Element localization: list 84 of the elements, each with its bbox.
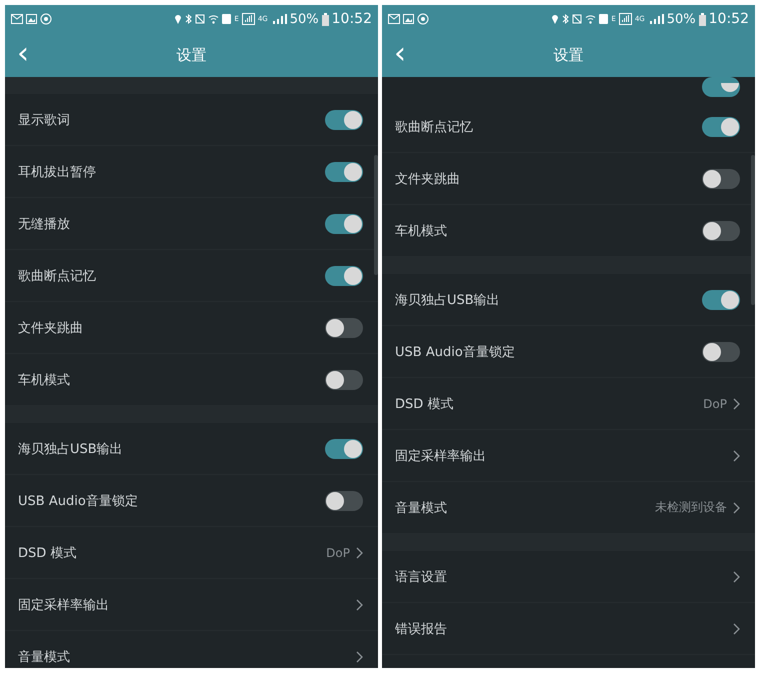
toggle-switch[interactable]: [702, 168, 740, 188]
setting-label: 错误报告: [395, 620, 447, 638]
wifi-icon: [208, 14, 220, 24]
signal-icon: [270, 13, 287, 25]
settings-row[interactable]: 海贝独占USB输出: [5, 423, 378, 475]
settings-row[interactable]: 歌曲断点记忆: [382, 101, 755, 153]
toggle-switch[interactable]: [702, 342, 740, 362]
setting-label: 语言设置: [395, 568, 447, 586]
clock: 10:52: [708, 11, 749, 27]
setting-label: 车机模式: [395, 222, 447, 240]
bluetooth-icon: [562, 13, 570, 25]
signal-icon: [242, 13, 255, 25]
sim-icon: [222, 14, 232, 24]
settings-row[interactable]: 语言设置: [382, 551, 755, 603]
toggle-switch[interactable]: [325, 318, 363, 338]
setting-label: 音量模式: [18, 648, 70, 666]
setting-label: 显示歌词: [18, 112, 70, 128]
setting-label: 海贝独占USB输出: [395, 292, 500, 308]
toggle-switch[interactable]: [325, 110, 363, 130]
chevron-icon: [356, 650, 363, 662]
toggle-switch[interactable]: [702, 116, 740, 136]
battery-icon: [698, 12, 706, 26]
setting-label: USB Audio音量锁定: [18, 492, 138, 510]
settings-row[interactable]: 错误报告: [382, 603, 755, 655]
toggle-switch[interactable]: [325, 214, 363, 234]
toggle-switch[interactable]: [702, 220, 740, 240]
setting-label: 文件夹跳曲: [395, 170, 460, 188]
wifi-icon: [585, 14, 596, 24]
mute-icon: [195, 14, 206, 24]
settings-row[interactable]: 歌曲断点记忆: [5, 250, 378, 302]
toggle-switch[interactable]: [325, 162, 363, 182]
setting-label: 歌曲断点记忆: [395, 118, 473, 136]
setting-value: DoP: [326, 546, 350, 560]
settings-row[interactable]: 显示歌词: [5, 94, 378, 146]
chevron-icon: [356, 598, 363, 610]
settings-row[interactable]: DSD 模式 DoP: [382, 378, 755, 430]
setting-label: 车机模式: [18, 372, 70, 388]
settings-row[interactable]: USB Audio音量锁定: [5, 475, 378, 527]
chevron-icon: [733, 570, 740, 582]
toggle-switch[interactable]: [702, 290, 740, 310]
chevron-icon: [733, 622, 740, 634]
toggle-switch[interactable]: [325, 438, 363, 458]
battery-percent: 50%: [290, 12, 319, 26]
setting-value: DoP: [703, 396, 727, 410]
screen-title: 设置: [176, 46, 206, 64]
settings-row[interactable]: 音量模式: [5, 631, 378, 668]
setting-label: 文件夹跳曲: [18, 320, 83, 336]
location-icon: [551, 13, 560, 25]
settings-row[interactable]: USB Audio音量锁定: [382, 326, 755, 378]
sim-icon: [599, 14, 608, 24]
toggle-switch[interactable]: [325, 490, 363, 510]
toggle-switch[interactable]: [702, 77, 740, 97]
setting-label: 无缝播放: [18, 216, 70, 232]
battery-icon: [322, 12, 329, 26]
screen-title: 设置: [554, 46, 584, 64]
back-button[interactable]: ‹: [13, 39, 33, 69]
settings-row[interactable]: 固定采样率输出: [5, 579, 378, 631]
setting-label: 固定采样率输出: [18, 596, 109, 614]
setting-label: 音量模式: [395, 500, 447, 516]
signal-icon: [648, 13, 664, 25]
chevron-icon: [733, 398, 740, 410]
setting-label: 耳机拔出暂停: [18, 164, 96, 180]
mute-icon: [572, 14, 582, 24]
setting-value: 未检测到设备: [655, 499, 727, 516]
setting-label: DSD 模式: [395, 396, 454, 412]
battery-percent: 50%: [666, 12, 696, 26]
toggle-switch[interactable]: [325, 370, 363, 390]
setting-label: 固定采样率输出: [395, 448, 486, 464]
setting-label: USB Audio音量锁定: [395, 344, 515, 360]
settings-row[interactable]: 文件夹跳曲: [5, 302, 378, 354]
location-icon: [174, 13, 182, 25]
bluetooth-icon: [185, 13, 192, 25]
chevron-icon: [733, 450, 740, 462]
back-button[interactable]: ‹: [390, 39, 410, 69]
settings-row[interactable]: 固定采样率输出: [382, 430, 755, 482]
toggle-switch[interactable]: [325, 266, 363, 286]
settings-row[interactable]: DSD 模式 DoP: [5, 527, 378, 579]
setting-label: 海贝独占USB输出: [18, 440, 123, 458]
signal-icon: [618, 13, 632, 25]
setting-label: 歌曲断点记忆: [18, 268, 96, 284]
chevron-icon: [356, 546, 363, 558]
chevron-icon: [733, 502, 740, 514]
clock: 10:52: [332, 11, 372, 27]
setting-label: DSD 模式: [18, 544, 76, 562]
